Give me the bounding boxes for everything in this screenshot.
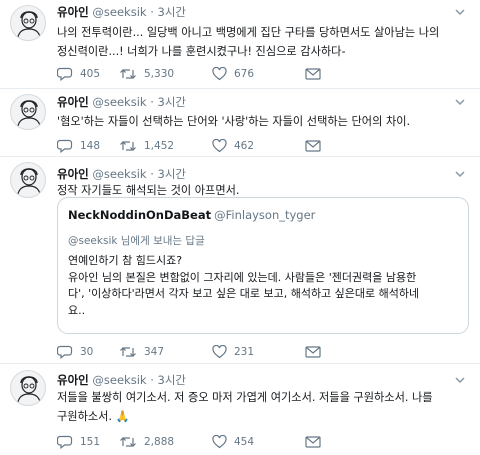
quoted-author: NeckNoddinOnDaBeat @Finlayson_tyger [68,208,315,222]
author-name[interactable]: 유아인 [57,5,89,19]
tweet-text-line: '혐오'하는 자들이 선택하는 단어와 '사랑'하는 자들이 선택하는 단어의 … [57,115,411,128]
avatar[interactable] [10,370,46,406]
reply-button[interactable]: 151 [57,435,100,449]
avatar[interactable] [10,94,46,130]
separator-dot: · [150,5,154,19]
like-button[interactable]: 231 [212,345,254,359]
envelope-icon [305,346,321,358]
heart-icon [212,67,227,81]
reply-button[interactable]: 30 [57,345,93,359]
envelope-icon [305,436,321,448]
quoted-text-line: 연예인하기 참 힘드시죠? [68,254,183,267]
retweet-button[interactable]: 1,452 [119,139,174,153]
author-name[interactable]: 유아인 [57,167,89,181]
tweet-text-line: 나의 전투력이란... 일당백 아니고 백명에게 집단 구타를 당하면서도 살아… [57,26,440,39]
like-count: 676 [234,68,255,80]
retweet-icon [120,141,136,151]
envelope-icon [305,140,321,152]
retweet-button[interactable]: 347 [119,345,164,359]
tweet-header: 유아인 @seeksik · 3시간 [57,167,186,181]
tweet-3[interactable]: 유아인 @seeksik · 3시간 정작 자기들도 해석되는 것이 아프면서.… [0,157,480,363]
avatar-portrait-icon [16,168,42,197]
quoted-text-line: 다', '이상하다'라면서 각자 보고 싶은 대로 보고, 해석하고 싶은대로 … [68,287,420,300]
tweet-header: 유아인 @seeksik · 3시간 [57,5,186,19]
like-button[interactable]: 454 [212,435,254,449]
quoted-text: 연예인하기 참 힘드시죠? 유아인 님의 본질은 변함없이 그자리에 있는데. … [68,253,460,319]
avatar-portrait-icon [16,11,42,40]
quoted-text-line: 요.. [68,303,86,317]
reply-button[interactable]: 148 [57,139,100,153]
tweet-header: 유아인 @seeksik · 3시간 [57,373,186,387]
timestamp[interactable]: 3시간 [158,373,186,387]
chevron-down-icon[interactable] [454,6,466,18]
heart-icon [212,139,227,153]
quoted-author-name: NeckNoddinOnDaBeat [68,208,212,222]
tweet-text: 나의 전투력이란... 일당백 아니고 백명에게 집단 구타를 당하면서도 살아… [57,23,469,61]
tweet-text: 저들을 불쌍히 여기소서. 저 증오 마저 가엽게 여기소서. 저들을 구원하소… [57,388,469,426]
author-handle[interactable]: @seeksik [92,5,146,19]
reply-icon [57,139,73,153]
author-handle[interactable]: @seeksik [92,95,146,109]
retweet-button[interactable]: 5,330 [119,67,174,81]
reply-count: 405 [80,68,101,80]
avatar[interactable] [10,162,46,198]
author-name[interactable]: 유아인 [57,373,89,387]
retweet-count: 5,330 [144,68,175,80]
tweet-2[interactable]: 유아인 @seeksik · 3시간 '혐오'하는 자들이 선택하는 단어와 '… [0,89,480,156]
tweet-text-line: 정신력이란...! 너희가 나를 훈련시켰구나! 진심으로 감사하다- [57,45,346,58]
tweet-text-line: 저들을 불쌍히 여기소서. 저 증오 마저 가엽게 여기소서. 저들을 구원하소… [57,391,433,404]
tweet-text: '혐오'하는 자들이 선택하는 단어와 '사랑'하는 자들이 선택하는 단어의 … [57,112,469,131]
tweet-header: 유아인 @seeksik · 3시간 [57,95,186,109]
reply-count: 148 [80,140,101,152]
avatar-portrait-icon [16,376,42,405]
message-button[interactable] [305,139,321,153]
retweet-count: 2,888 [144,436,175,448]
heart-icon [212,435,227,449]
retweet-count: 347 [144,346,165,358]
timestamp[interactable]: 3시간 [158,95,186,109]
envelope-icon [305,68,321,80]
chevron-down-icon[interactable] [454,374,466,386]
chevron-down-icon[interactable] [454,168,466,180]
tweet-1[interactable]: 유아인 @seeksik · 3시간 나의 전투력이란... 일당백 아니고 백… [0,0,480,88]
reply-button[interactable]: 405 [57,67,100,81]
separator-dot: · [150,95,154,109]
retweet-icon [120,347,136,357]
avatar[interactable] [10,5,46,41]
timestamp[interactable]: 3시간 [158,167,186,181]
message-button[interactable] [305,435,321,449]
retweet-icon [120,437,136,447]
reply-icon [57,435,73,449]
author-name[interactable]: 유아인 [57,95,89,109]
like-button[interactable]: 676 [212,67,254,81]
reply-count: 151 [80,436,101,448]
avatar-portrait-icon [16,100,42,129]
reply-icon [57,345,73,359]
quoted-text-line: 유아인 님의 본질은 변함없이 그자리에 있는데. 사람들은 '젠더권력을 남용… [68,270,417,284]
retweet-button[interactable]: 2,888 [119,435,174,449]
separator-dot: · [150,167,154,181]
author-handle[interactable]: @seeksik [92,167,146,181]
tweet-text-line: 구원하소서. 🙏 [57,410,130,423]
retweet-icon [120,69,136,79]
quoted-author-handle: @Finlayson_tyger [214,208,316,222]
like-count: 231 [234,346,255,358]
like-count: 462 [234,140,255,152]
chevron-down-icon[interactable] [454,96,466,108]
tweet-4[interactable]: 유아인 @seeksik · 3시간 저들을 불쌍히 여기소서. 저 증오 마저… [0,364,480,455]
author-handle[interactable]: @seeksik [92,373,146,387]
quoted-tweet[interactable]: NeckNoddinOnDaBeat @Finlayson_tyger @seek… [57,197,469,334]
retweet-count: 1,452 [144,140,175,152]
heart-icon [212,345,227,359]
like-button[interactable]: 462 [212,139,254,153]
message-button[interactable] [305,67,321,81]
separator-dot: · [150,373,154,387]
timestamp[interactable]: 3시간 [158,5,186,19]
quoted-reply-to: @seeksik 님에게 보내는 답글 [68,235,205,247]
reply-count: 30 [80,346,94,358]
reply-icon [57,67,73,81]
like-count: 454 [234,436,255,448]
message-button[interactable] [305,345,321,359]
